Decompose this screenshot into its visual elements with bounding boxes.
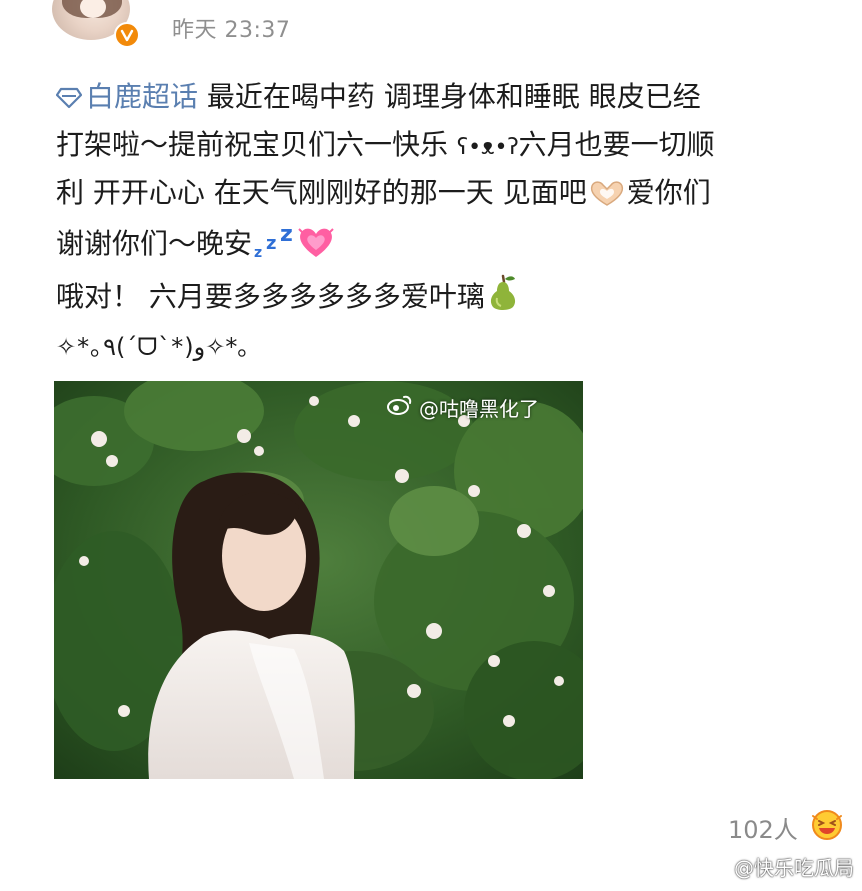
photo-watermark: @咕噜黑化了 [387,393,539,422]
weibo-post-screenshot: 昨天 23:37 白鹿超话 最近在喝中药 调理身体和睡眠 眼皮已经 打架啦～提前… [0,0,862,891]
super-topic-diamond-icon [55,77,83,122]
repost-watermark: @快乐吃瓜局 [702,852,854,881]
reaction-count: 102人 [728,815,798,844]
post-timestamp: 昨天 23:37 [172,18,291,43]
repost-watermark-text: @快乐吃瓜局 [734,856,854,880]
pear-emoji-icon [485,272,521,325]
svg-text:z: z [254,245,262,259]
post-line-6: ✧*｡٩(ˊᗜˋ*)و✧*｡ [56,325,846,370]
post-line-3-rest: 爱你们 [626,176,711,209]
svg-text:z: z [266,233,276,254]
post-line-1: 白鹿超话 最近在喝中药 调理身体和睡眠 眼皮已经 [55,74,846,122]
growing-heart-emoji-icon [296,225,336,272]
photo-watermark-text: @咕噜黑化了 [419,397,539,421]
heart-hands-emoji-icon [587,176,627,221]
post-line-2-rest: 六月也要一切顺 [518,128,715,161]
verified-v-badge-icon [114,22,140,48]
weibo-logo-icon [387,394,413,421]
post-line-4-text: 谢谢你们～晚安 [56,227,253,260]
post-line-2-text: 打架啦～提前祝宝贝们六一快乐 [56,128,457,161]
post-line-3-text: 利 开开心心 在天气刚刚好的那一天 见面吧 [56,176,587,209]
cheer-kaomoji: ✧*｡٩(ˊᗜˋ*)و✧*｡ [56,333,251,361]
post-line-4: 谢谢你们～晚安 z z z [56,221,846,272]
post-line-1-text: 最近在喝中药 调理身体和睡眠 眼皮已经 [198,80,701,113]
super-topic-link[interactable]: 白鹿超话 [55,80,199,113]
post-text: 白鹿超话 最近在喝中药 调理身体和睡眠 眼皮已经 打架啦～提前祝宝贝们六一快乐 … [55,74,846,370]
post-line-5: 哦对！ 六月要多多多多多多爱叶璃 [56,272,846,325]
post-photo[interactable]: @咕噜黑化了 [54,381,583,779]
svg-text:z: z [280,225,293,247]
zzz-emoji-icon: zzz [252,222,296,272]
reaction-summary[interactable]: 102人 [728,808,844,846]
post-line-2: 打架啦～提前祝宝贝们六一快乐 ʕ•ᴥ•ʔ六月也要一切顺 [56,122,846,170]
post-line-3: 利 开开心心 在天气刚刚好的那一天 见面吧 爱你们 [56,170,846,221]
weibo-logo-icon [702,853,728,880]
bear-kaomoji: ʕ•ᴥ•ʔ [456,135,519,160]
post-line-5-text: 哦对！ 六月要多多多多多多爱叶璃 [56,280,485,313]
super-topic-label: 白鹿超话 [86,80,199,113]
laughing-face-reaction-icon[interactable] [810,808,844,846]
photo-image [54,381,583,779]
